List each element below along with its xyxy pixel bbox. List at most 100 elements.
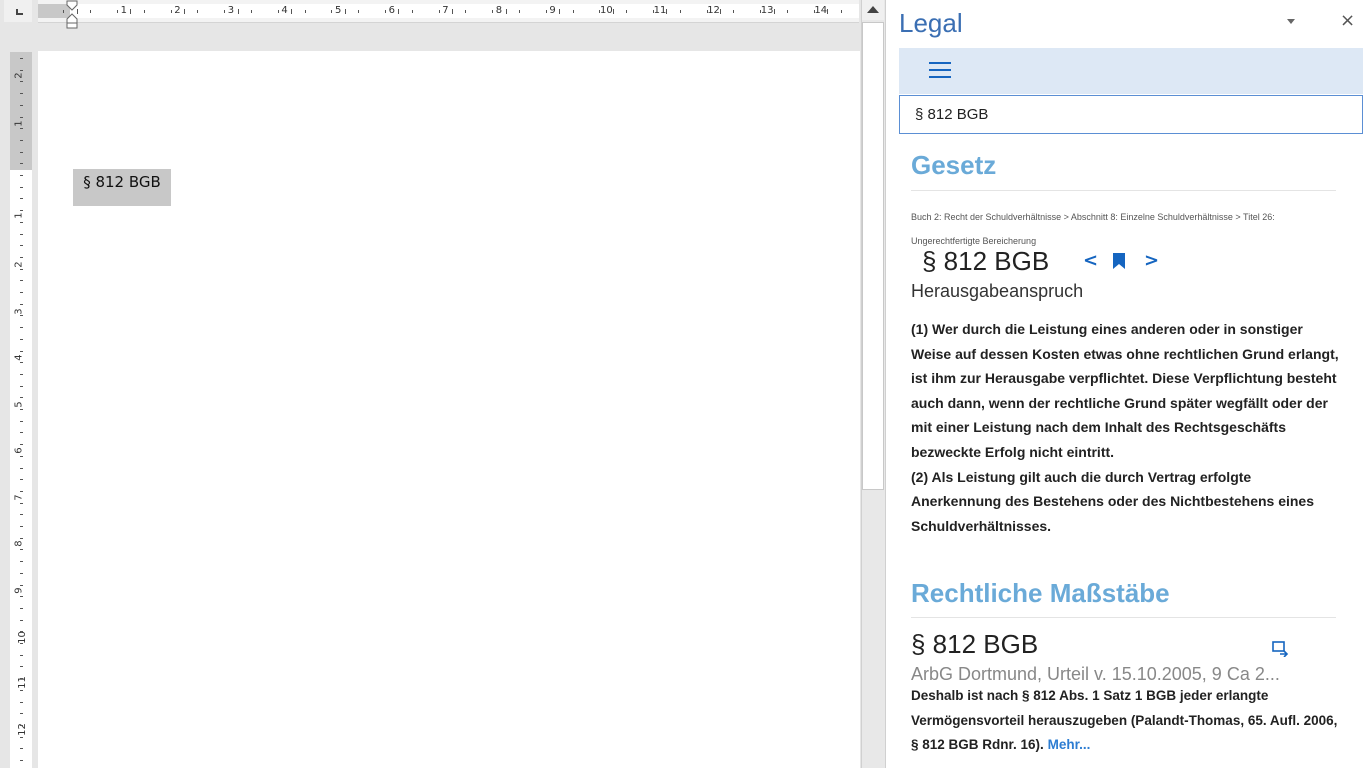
ruler-tick	[20, 748, 23, 750]
ruler-tick	[572, 10, 574, 13]
pane-options-dropdown[interactable]	[1286, 14, 1296, 28]
ruler-tick	[20, 654, 23, 656]
bookmark-icon[interactable]	[1113, 253, 1125, 269]
ruler-number: 8	[13, 540, 25, 547]
ruler-tick	[20, 724, 23, 726]
ruler-tick	[20, 256, 23, 258]
law-text-paragraph: (1) Wer durch die Leistung eines anderen…	[911, 321, 1339, 460]
ruler-tick	[20, 561, 23, 563]
ruler-tick	[20, 572, 23, 574]
hamburger-icon[interactable]	[929, 62, 951, 78]
ruler-tick	[20, 432, 23, 434]
ruler-number: 5	[335, 5, 342, 16]
ruler-tick	[545, 10, 547, 13]
ruler-tick	[20, 163, 23, 165]
ruler-tick	[197, 10, 199, 13]
case-excerpt-text: Deshalb ist nach § 812 Abs. 1 Satz 1 BGB…	[911, 688, 1338, 752]
ruler-tick	[130, 9, 132, 14]
ruler-tick	[20, 303, 23, 305]
ruler-tick	[706, 10, 708, 13]
ruler-tick	[277, 10, 279, 13]
ruler-tick	[20, 619, 23, 621]
ruler-tick	[465, 10, 467, 13]
ruler-tick	[143, 10, 145, 13]
ruler-tick	[840, 10, 842, 13]
ruler-tick	[20, 362, 23, 364]
ruler-tick	[733, 10, 735, 13]
ruler-number: 6	[388, 5, 395, 16]
paragraph-subtitle: Herausgabeanspruch	[911, 281, 1084, 301]
ruler-number: 10	[600, 5, 613, 16]
search-input[interactable]: § 812 BGB	[899, 95, 1363, 134]
ruler-tick	[344, 9, 346, 14]
ruler-number: 2	[13, 261, 25, 268]
ruler-tick	[559, 9, 561, 14]
next-paragraph-button[interactable]: >	[1144, 250, 1159, 271]
ruler-number: 1	[13, 212, 25, 219]
case-court: ArbG Dortmund, Urteil v. 15.10.2005, 9 C…	[911, 664, 1280, 684]
more-link[interactable]: Mehr...	[1048, 737, 1091, 752]
ruler-tick	[20, 397, 23, 399]
ruler-tick	[519, 10, 520, 13]
ruler-tick	[358, 10, 360, 13]
pane-menu-bar	[899, 48, 1363, 94]
ruler-tick	[679, 10, 681, 13]
ruler-number: 9	[13, 587, 25, 594]
vertical-ruler[interactable]: 2 1 1 2 3 4 5 6 7 8 9 10 11 12	[10, 52, 32, 768]
law-text: (1) Wer durch die Leistung eines anderen…	[911, 317, 1341, 538]
ruler-tick	[20, 467, 23, 469]
ruler-number: 5	[13, 401, 25, 408]
scrollbar-thumb[interactable]	[862, 22, 884, 490]
ruler-tick	[20, 292, 23, 293]
ruler-tick	[20, 221, 23, 223]
section-divider	[911, 617, 1336, 618]
pane-title: Legal	[899, 8, 963, 38]
horizontal-ruler[interactable]: 1 2 3 4 5 6 7 8 9 10 11 12 13 14	[38, 0, 859, 23]
ruler-tick	[20, 689, 23, 691]
case-title: § 812 BGB	[911, 629, 1039, 659]
ruler-tick	[813, 10, 815, 13]
document-page[interactable]	[38, 51, 860, 768]
scroll-up-button[interactable]	[862, 0, 884, 20]
ruler-number: 10	[16, 631, 28, 644]
ruler-tick	[20, 198, 23, 200]
ruler-number: 11	[653, 5, 667, 16]
ruler-tick	[251, 10, 252, 13]
tab-selector[interactable]	[4, 0, 32, 22]
ruler-tick	[20, 338, 23, 340]
ruler-tick	[612, 9, 614, 14]
ruler-tick	[20, 139, 23, 141]
law-text-paragraph: (2) Als Leistung gilt auch die durch Ver…	[911, 468, 1315, 534]
ruler-tick	[20, 175, 23, 176]
ruler-tick	[438, 10, 440, 13]
selected-document-text[interactable]: § 812 BGB	[73, 169, 171, 206]
ruler-tick	[505, 9, 507, 14]
tab-stop-icon	[16, 9, 23, 15]
ruler-tick	[170, 10, 172, 13]
ruler-tick	[20, 678, 23, 680]
ruler-tick	[20, 210, 23, 212]
ruler-tick	[492, 10, 494, 13]
ruler-tick	[20, 514, 23, 516]
ruler-tick	[20, 490, 23, 492]
law-section-heading: Gesetz	[911, 150, 997, 180]
ruler-tick	[787, 10, 788, 13]
ruler-tick	[20, 455, 23, 457]
ruler-tick	[666, 9, 668, 14]
ruler-tick	[20, 537, 23, 539]
previous-paragraph-button[interactable]: <	[1083, 250, 1098, 271]
ruler-tick	[20, 350, 23, 352]
ruler-number: 12	[707, 5, 720, 16]
ruler-number: 4	[281, 5, 288, 16]
ruler-tick	[20, 736, 23, 738]
ruler-tick	[20, 93, 23, 95]
ruler-tick	[237, 9, 239, 14]
pane-close-button[interactable]: ×	[1340, 10, 1355, 31]
insert-citation-icon[interactable]	[1272, 641, 1290, 658]
ruler-tick	[20, 385, 23, 387]
ruler-number: 9	[549, 5, 556, 16]
indent-marker[interactable]	[66, 0, 78, 30]
ruler-tick	[20, 151, 23, 153]
ruler-tick	[20, 444, 23, 446]
ruler-number: 1	[120, 5, 127, 16]
